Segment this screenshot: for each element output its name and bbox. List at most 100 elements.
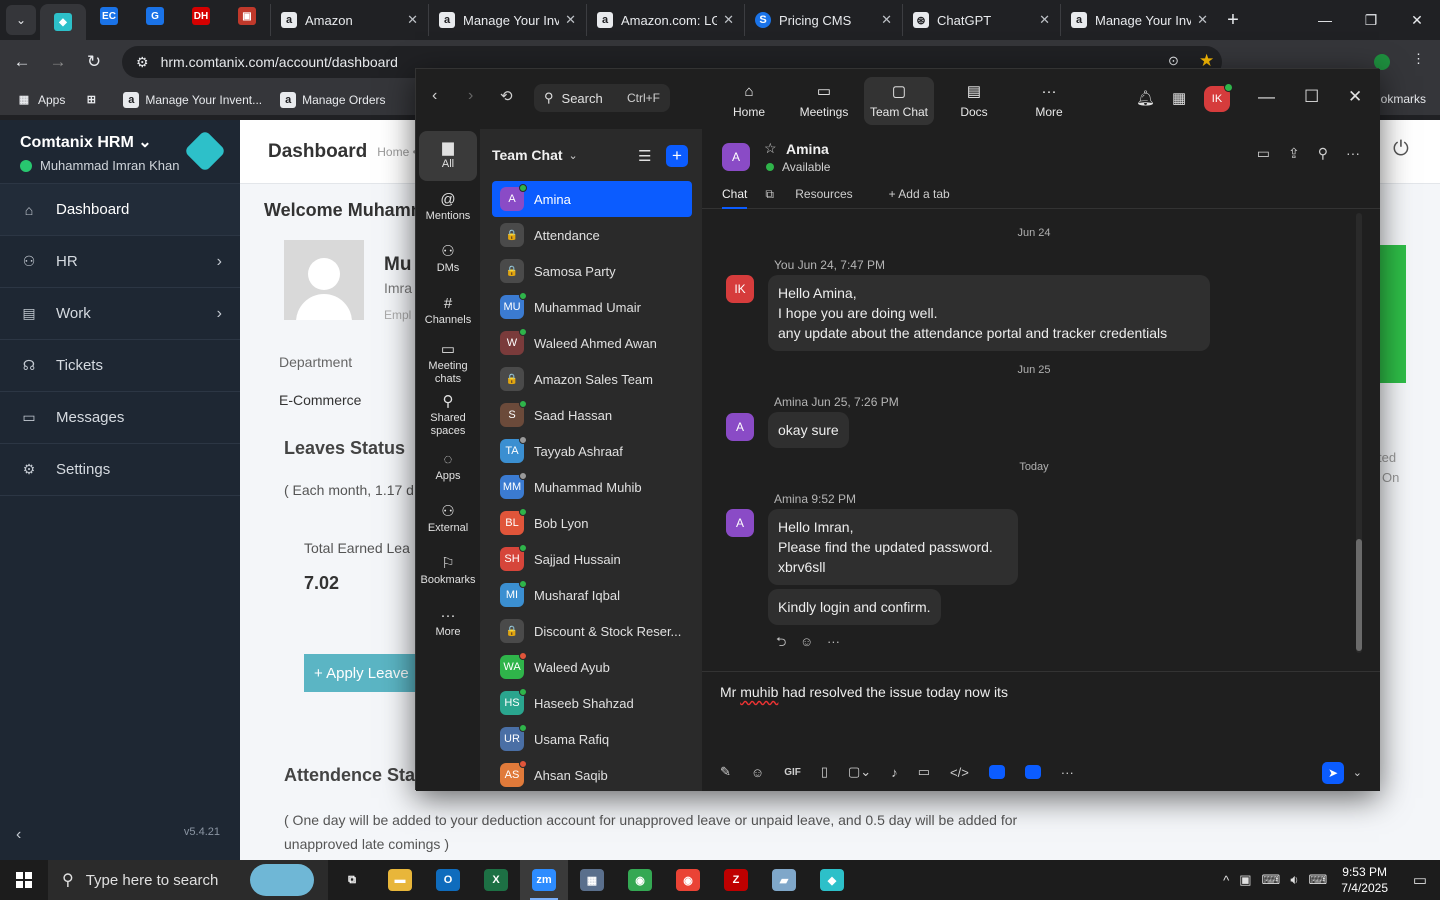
video-message-icon[interactable]: ▭ bbox=[918, 764, 930, 780]
app-shortcut-icon[interactable] bbox=[988, 765, 1005, 779]
breadcrumb[interactable]: Home • bbox=[377, 145, 417, 159]
contact-item[interactable]: WA Waleed Ayub bbox=[492, 649, 692, 685]
contact-item[interactable]: MI Musharaf Iqbal bbox=[492, 577, 692, 613]
chat-tab-chat[interactable]: Chat bbox=[722, 187, 748, 209]
pinned-tab-5[interactable]: ▣ bbox=[224, 0, 270, 32]
emoji-icon[interactable]: ☺ bbox=[751, 765, 764, 780]
contact-item[interactable]: S Saad Hassan bbox=[492, 397, 692, 433]
message-bubble[interactable]: Kindly login and confirm. bbox=[768, 589, 941, 625]
contact-item[interactable]: TA Tayyab Ashraaf bbox=[492, 433, 692, 469]
taskbar-clock[interactable]: 9:53 PM 7/4/2025 bbox=[1341, 864, 1388, 896]
taskbar-outlook[interactable]: O bbox=[424, 860, 472, 900]
rail-channels[interactable]: # Channels bbox=[419, 287, 477, 337]
screen-share-icon[interactable]: ⇪ bbox=[1288, 145, 1300, 162]
all-bookmarks-label[interactable]: okmarks bbox=[1381, 92, 1426, 106]
notification-center-icon[interactable]: ▭ bbox=[1400, 871, 1440, 889]
message-more-icon[interactable]: ··· bbox=[827, 634, 840, 649]
bookmark-item[interactable]: ▦ Apps bbox=[16, 92, 66, 108]
zoom-maximize-icon[interactable]: ☐ bbox=[1304, 87, 1319, 107]
browser-minimize-icon[interactable]: — bbox=[1302, 0, 1348, 40]
contact-item[interactable]: HS Haseeb Shahzad bbox=[492, 685, 692, 721]
browser-tab[interactable]: a Amazon ✕ bbox=[270, 4, 428, 36]
zoom-user-avatar[interactable]: IK bbox=[1204, 83, 1233, 112]
taskbar-task-view[interactable]: ⧉ bbox=[328, 860, 376, 900]
taskbar-file-explorer[interactable]: ▬ bbox=[376, 860, 424, 900]
composer-more-icon[interactable]: ··· bbox=[1061, 765, 1074, 780]
browser-tab[interactable]: a Amazon.com: LG ✕ bbox=[586, 4, 744, 36]
contact-item[interactable]: 🔒 Discount & Stock Reser... bbox=[492, 613, 692, 649]
chat-contact-name[interactable]: Amina bbox=[786, 141, 829, 157]
message-scrollbar[interactable] bbox=[1356, 213, 1362, 653]
contact-item[interactable]: 🔒 Attendance bbox=[492, 217, 692, 253]
rail-external[interactable]: ⚇ External bbox=[419, 495, 477, 545]
contact-item[interactable]: A Amina bbox=[492, 181, 692, 217]
search-highlight-image[interactable] bbox=[250, 864, 314, 896]
contact-item[interactable]: 🔒 Amazon Sales Team bbox=[492, 361, 692, 397]
pinned-tab-4[interactable]: DH bbox=[178, 0, 224, 32]
language-icon[interactable]: ⌨ bbox=[1309, 872, 1328, 888]
tab-search-chevron-icon[interactable]: ⌄ bbox=[6, 5, 36, 35]
brand-chevron-icon[interactable]: ⌄ bbox=[138, 134, 151, 151]
video-call-icon[interactable]: ▭ bbox=[1257, 145, 1270, 162]
taskbar-search[interactable]: ⚲ Type here to search bbox=[48, 860, 328, 900]
taskbar-hrm-app[interactable]: ◆ bbox=[808, 860, 856, 900]
filter-icon[interactable]: ☰ bbox=[638, 147, 651, 165]
taskbar-calculator[interactable]: ▦ bbox=[568, 860, 616, 900]
tab-close-icon[interactable]: ✕ bbox=[1197, 12, 1208, 28]
start-button[interactable] bbox=[0, 860, 48, 900]
gif-icon[interactable]: GIF bbox=[784, 767, 801, 778]
reply-icon[interactable]: ⮌ bbox=[776, 634, 786, 649]
notifications-bell-icon[interactable]: 🔔︎ bbox=[1136, 89, 1155, 107]
forward-arrow-icon[interactable]: → bbox=[40, 52, 76, 72]
tab-docs[interactable]: ▤ Docs bbox=[939, 77, 1009, 125]
message-bubble[interactable]: Hello Amina, I hope you are doing well. … bbox=[768, 275, 1210, 351]
browser-tab[interactable]: a Manage Your Inventory ✕ bbox=[1060, 4, 1218, 36]
contact-item[interactable]: MM Muhammad Muhib bbox=[492, 469, 692, 505]
taskbar-zoom[interactable]: zm bbox=[520, 860, 568, 900]
rail-mentions[interactable]: @ Mentions bbox=[419, 183, 477, 233]
send-options-icon[interactable]: ⌄ bbox=[1353, 766, 1362, 779]
new-chat-plus-icon[interactable]: + bbox=[666, 145, 688, 167]
browser-tab[interactable]: a Manage Your Inventory ✕ bbox=[428, 4, 586, 36]
contact-item[interactable]: SH Sajjad Hussain bbox=[492, 541, 692, 577]
sidebar-item-settings[interactable]: ⚙ Settings bbox=[0, 444, 240, 496]
network-icon[interactable]: ⌨ bbox=[1262, 872, 1281, 888]
power-icon[interactable]: ⏻ bbox=[1393, 138, 1409, 161]
zoom-forward-icon[interactable]: › bbox=[468, 87, 473, 105]
chat-tab-add[interactable]: + Add a tab bbox=[889, 187, 950, 209]
volume-icon[interactable]: 🔉︎ bbox=[1290, 872, 1298, 888]
message-composer[interactable]: Mr muhib had resolved the issue today no… bbox=[702, 671, 1380, 791]
rail-more[interactable]: ··· More bbox=[419, 599, 477, 649]
sidebar-item-work[interactable]: ▤ Work › bbox=[0, 288, 240, 340]
chat-contact-avatar[interactable]: A bbox=[722, 143, 750, 171]
tray-app-icon[interactable]: ▣ bbox=[1239, 872, 1251, 888]
taskbar-notes[interactable]: ▰ bbox=[760, 860, 808, 900]
tab-meetings[interactable]: ▭ Meetings bbox=[789, 77, 859, 125]
site-info-icon[interactable]: ⚙ bbox=[136, 54, 149, 71]
chat-search-icon[interactable]: ⚲ bbox=[1318, 145, 1328, 162]
tab-more[interactable]: ··· More bbox=[1014, 77, 1084, 125]
message-avatar[interactable]: A bbox=[726, 509, 754, 537]
zoom-back-icon[interactable]: ‹ bbox=[432, 87, 437, 105]
sidebar-item-tickets[interactable]: ☊ Tickets bbox=[0, 340, 240, 392]
back-arrow-icon[interactable]: ← bbox=[4, 52, 40, 72]
chat-tab-resources[interactable]: ⧉ Resources bbox=[765, 187, 870, 209]
rail-dms[interactable]: ⚇ DMs bbox=[419, 235, 477, 285]
composer-input[interactable]: Mr muhib had resolved the issue today no… bbox=[720, 684, 1008, 700]
screenshot-icon[interactable]: ▢⌄ bbox=[848, 764, 871, 780]
bookmark-item[interactable]: a Manage Orders bbox=[280, 91, 386, 108]
bookmark-item[interactable]: ⊞ bbox=[83, 92, 105, 108]
contact-item[interactable]: 🔒 Samosa Party bbox=[492, 253, 692, 289]
tab-close-icon[interactable]: ✕ bbox=[565, 12, 576, 28]
pinned-tab-1[interactable]: ◆ bbox=[40, 4, 86, 40]
browser-menu-icon[interactable]: ⋮ bbox=[1412, 51, 1425, 67]
rail-all[interactable]: ▆ All bbox=[419, 131, 477, 181]
pinned-tab-2[interactable]: EC bbox=[86, 0, 132, 32]
rail-bookmarks[interactable]: ⚐ Bookmarks bbox=[419, 547, 477, 597]
browser-tab[interactable]: ⊛ ChatGPT ✕ bbox=[902, 4, 1060, 36]
contact-item[interactable]: MU Muhammad Umair bbox=[492, 289, 692, 325]
sidebar-item-dashboard[interactable]: ⌂ Dashboard bbox=[0, 184, 240, 236]
message-bubble[interactable]: okay sure bbox=[768, 412, 849, 448]
reload-icon[interactable]: ↻ bbox=[76, 52, 112, 72]
zoom-minimize-icon[interactable]: — bbox=[1258, 87, 1275, 107]
